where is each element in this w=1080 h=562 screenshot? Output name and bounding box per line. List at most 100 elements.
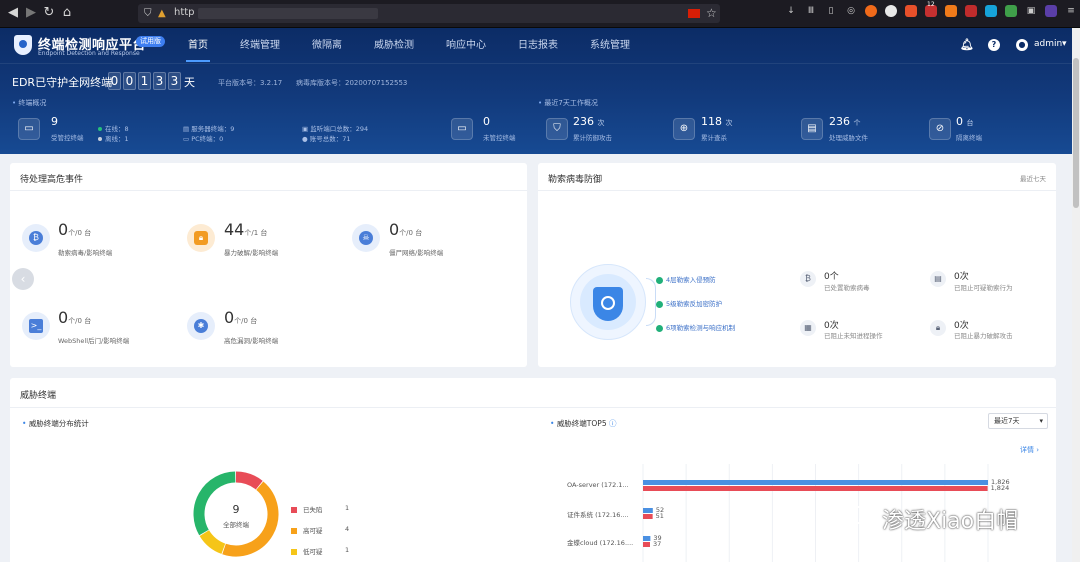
detail-link[interactable]: 详情 › [1020, 445, 1039, 455]
menu-terminal[interactable]: 终端管理 [232, 28, 288, 64]
info-icon[interactable]: ⓘ [609, 419, 617, 428]
carousel-prev-icon[interactable]: ‹ [12, 268, 34, 290]
bar[interactable] [643, 542, 650, 547]
ransomware-count[interactable]: 0个/0 台 [58, 220, 91, 239]
divider [10, 407, 1056, 408]
botnet-value: 0 [389, 220, 400, 239]
process-icon: ▦ [800, 320, 816, 336]
vulnerability-count[interactable]: 0个/0 台 [224, 308, 257, 327]
download-icon[interactable]: ↓ [785, 5, 797, 17]
botnet-unit: 个/0 台 [399, 229, 423, 237]
menu-icon[interactable]: ≡ [1065, 5, 1077, 17]
bar[interactable] [643, 514, 653, 519]
firefox-ext-icon[interactable] [865, 5, 877, 17]
chain-item-antiencrypt[interactable]: 5级勒索反加密防护 [656, 298, 722, 308]
chain-item-antiencrypt-text: 5级勒索反加密防护 [666, 300, 723, 308]
bar[interactable] [643, 508, 653, 513]
ext-white-icon[interactable] [885, 5, 897, 17]
menu-logs[interactable]: 日志报表 [510, 28, 566, 64]
recent-defense-label: 累计防御攻击 [573, 134, 612, 142]
botnet-count[interactable]: 0个/0 台 [389, 220, 422, 239]
port-count: ▣ 监听端口总数：294 [302, 125, 369, 133]
chain-item-detect-text: 6项勒索检测与响应机制 [666, 324, 736, 332]
shield-icon[interactable]: ⛉ [144, 6, 152, 21]
legend-swatch [291, 549, 297, 555]
time-range-select[interactable]: 最近7天 [988, 413, 1048, 429]
vulnerability-bug-icon[interactable]: ✱ [187, 312, 215, 340]
legend-item[interactable]: 已失陷 1 [291, 504, 349, 514]
bar-category-label: 金蝶cloud (172.16.... [567, 539, 634, 547]
user-name[interactable]: admin [1034, 39, 1062, 49]
vulnerability-unit: 个/0 台 [234, 317, 258, 325]
scroll-thumb[interactable] [1073, 58, 1079, 208]
server-count: ▤ 服务器终端：9 [183, 125, 235, 133]
bar[interactable] [643, 486, 988, 491]
ext-blue-icon[interactable] [985, 5, 997, 17]
bar[interactable] [643, 536, 651, 541]
chain-item-detect[interactable]: 6项勒索检测与响应机制 [656, 322, 735, 332]
donut-slice[interactable] [235, 471, 263, 490]
defense-shield-icon: ⛉ [546, 118, 568, 140]
help-icon[interactable]: ? [988, 39, 1000, 51]
ext-orange-icon[interactable] [945, 5, 957, 17]
bookmark-star-icon[interactable]: ☆ [706, 6, 717, 20]
ransomware-label: 勒索病毒/影响终端 [58, 249, 113, 257]
url-bar[interactable]: ⛉ ▲ http ☆ [138, 4, 720, 23]
menu-threat-detection[interactable]: 威胁检测 [366, 28, 422, 64]
ext-red-icon[interactable] [965, 5, 977, 17]
defense-shield-icon [593, 287, 623, 321]
online-text: 在线：8 [105, 125, 129, 133]
back-icon[interactable]: ◀ [4, 4, 22, 22]
ext-fox-icon[interactable] [905, 5, 917, 17]
recent-file-value: 236 个 [829, 115, 861, 128]
recent-defense-number: 236 [573, 115, 594, 128]
webshell-value: 0 [58, 308, 69, 327]
ext-green-icon[interactable] [1005, 5, 1017, 17]
ext-gray-icon[interactable]: ▣ [1025, 5, 1037, 17]
botnet-label: 僵尸网络/影响终端 [389, 249, 444, 257]
ransomware-icon[interactable]: ₿ [22, 224, 50, 252]
home-icon[interactable]: ⌂ [58, 4, 76, 22]
donut-slice[interactable] [199, 529, 226, 554]
ext-purple-icon[interactable] [1045, 5, 1057, 17]
lock-warning-icon[interactable]: ▲ [158, 6, 166, 21]
screenshot-icon[interactable]: ◎ [845, 5, 857, 17]
botnet-icon[interactable]: ☠ [352, 224, 380, 252]
forward-icon[interactable]: ▶ [22, 4, 40, 22]
account-count: ● 账号总数：71 [302, 135, 351, 143]
user-avatar-icon[interactable]: ● [1016, 39, 1028, 51]
recent-scan-unit: 次 [725, 119, 733, 127]
menu-home[interactable]: 首页 [180, 28, 216, 64]
brute-force-lock-icon[interactable]: 🔒︎ [187, 224, 215, 252]
virus-db-version: 病毒库版本号：20200707152553 [296, 79, 408, 87]
legend-label: 低可疑 [303, 548, 323, 556]
brute-force-value: 44 [224, 220, 245, 239]
edr-app: 终端检测响应平台 Endpoint Detection and Response… [0, 28, 1072, 562]
legend-item[interactable]: 低可疑 1 [291, 546, 349, 556]
bell-icon[interactable]: 🔔︎ [960, 39, 974, 51]
webshell-count[interactable]: 0个/0 台 [58, 308, 91, 327]
legend-label: 高可疑 [303, 527, 323, 535]
ransom-handled-value: 0个 [824, 272, 839, 282]
webshell-icon[interactable]: >_ [22, 312, 50, 340]
legend-item[interactable]: 高可疑 4 [291, 525, 349, 535]
legend-label: 已失陷 [303, 506, 323, 514]
unmanaged-count: 0 [483, 115, 490, 128]
sidebar-icon[interactable]: ▯ [825, 5, 837, 17]
reload-icon[interactable]: ↻ [40, 4, 58, 22]
bar[interactable] [643, 480, 988, 485]
ext-badge-icon[interactable]: 12 [925, 1, 937, 17]
days-digit: 0 [123, 72, 136, 90]
brute-force-count[interactable]: 44个/1 台 [224, 220, 267, 239]
page-scrollbar[interactable] [1072, 28, 1080, 562]
vulnerability-value: 0 [224, 308, 235, 327]
library-icon[interactable]: Ⅲ [805, 5, 817, 17]
recent-file-unit: 个 [853, 119, 861, 127]
menu-micro-isolation[interactable]: 微隔离 [304, 28, 350, 64]
menu-response[interactable]: 响应中心 [438, 28, 494, 64]
chain-item-prevent[interactable]: 4层勒索入侵预防 [656, 274, 716, 284]
days-digit: 0 [108, 72, 121, 90]
url-text[interactable]: http [174, 7, 195, 18]
menu-system[interactable]: 系统管理 [582, 28, 638, 64]
chevron-down-icon[interactable]: ▾ [1062, 39, 1067, 49]
